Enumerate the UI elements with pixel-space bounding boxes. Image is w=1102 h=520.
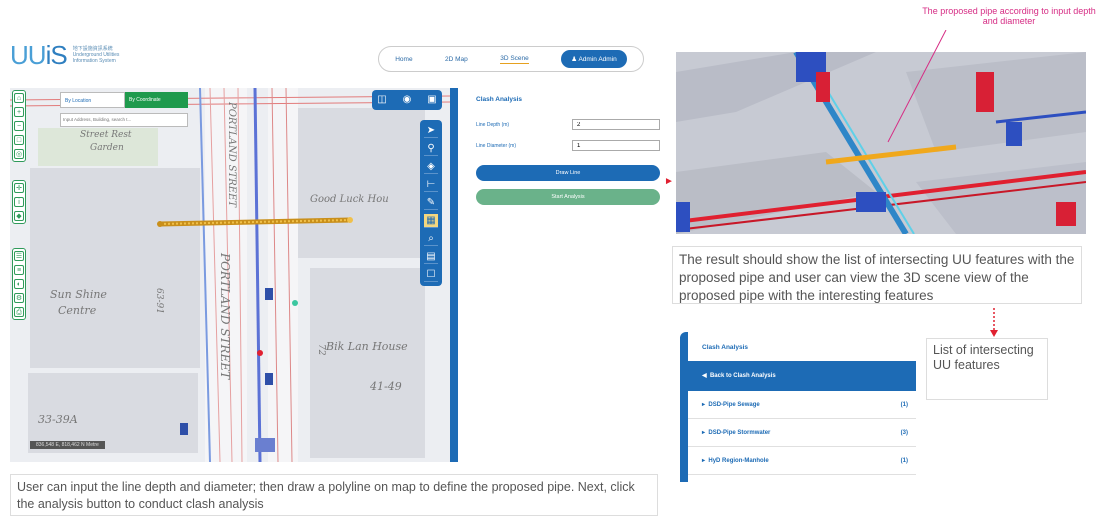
- split-view-icon[interactable]: ◫: [375, 93, 389, 107]
- report-icon[interactable]: ▤: [424, 250, 438, 264]
- label-sun-shine: Sun Shine: [50, 288, 107, 301]
- screenshot-icon[interactable]: ▣: [425, 93, 439, 107]
- admin-label: Admin Admin: [578, 56, 617, 63]
- tab-by-coordinate[interactable]: By Coordinate: [125, 92, 188, 108]
- layers-icon[interactable]: ☰: [14, 251, 24, 261]
- locate-icon[interactable]: ◎: [14, 149, 24, 159]
- fullscreen-icon[interactable]: □: [14, 135, 24, 145]
- label-72: 72: [316, 344, 326, 356]
- label-33-39a: 33-39A: [38, 413, 78, 426]
- view-toolbar: ◫ ◉ ▣: [372, 90, 442, 110]
- dashed-arrow: [990, 308, 998, 337]
- label-41-49: 41-49: [370, 380, 402, 393]
- result-item-name: ▸ DSD-Pipe Stormwater: [702, 430, 771, 436]
- home-icon[interactable]: ⌂: [14, 93, 24, 103]
- pan-icon[interactable]: ✛: [14, 183, 24, 193]
- result-item-count: (3): [900, 429, 908, 436]
- clash-analysis-panel: Clash Analysis Line Depth (m) Line Diame…: [466, 88, 662, 462]
- pipe-annotation: The proposed pipe according to input dep…: [922, 6, 1096, 26]
- arrow-right-icon: ►: [664, 176, 674, 187]
- result-item-name: ▸ HyD Region-Manhole: [702, 458, 769, 464]
- result-item[interactable]: ▸ DSD-Pipe Stormwater (3): [688, 419, 916, 447]
- app-logo: UUiS 地下設施資訊系統 Underground Utilities Info…: [10, 38, 160, 72]
- zoom-in-icon[interactable]: +: [14, 107, 24, 117]
- result-name: DSD-Pipe Stormwater: [708, 430, 771, 436]
- zoom-toolbar: ⌂ + − □ ◎: [12, 90, 26, 162]
- nav-2d-map[interactable]: 2D Map: [445, 56, 468, 63]
- depth-label: Line Depth (m): [476, 121, 510, 128]
- layer-toolbar: ☰ ≡ ◐ ⚙ ⎙: [12, 248, 26, 320]
- globe-icon[interactable]: ◐: [14, 279, 24, 289]
- label-garden: Garden: [90, 143, 124, 153]
- back-to-clash-analysis-button[interactable]: ◀ Back to Clash Analysis: [688, 361, 916, 391]
- print-icon[interactable]: ⎙: [14, 307, 24, 317]
- depth-row: Line Depth (m): [476, 119, 662, 130]
- diameter-input[interactable]: [572, 140, 660, 151]
- nav-toolbar: ✛ i ◆: [12, 180, 26, 224]
- clash-analysis-icon[interactable]: ▦: [424, 214, 438, 228]
- info-icon[interactable]: i: [14, 197, 24, 207]
- annotation-pointer: [887, 30, 947, 143]
- label-centre: Centre: [58, 304, 97, 317]
- logo-subtitle: 地下設施資訊系統 Underground Utilities Informati…: [72, 46, 120, 64]
- zoom-out-icon[interactable]: −: [14, 121, 24, 131]
- input-caption: User can input the line depth and diamet…: [10, 474, 658, 516]
- layers-stack-icon[interactable]: ◈: [424, 160, 438, 174]
- compass-icon[interactable]: ◆: [14, 211, 24, 221]
- label-good-luck: Good Luck Hou: [310, 194, 389, 205]
- logo-mark: UUiS: [10, 39, 68, 70]
- diameter-row: Line Diameter (m): [476, 140, 662, 151]
- label-63-91: 63-91: [154, 288, 164, 314]
- result-item-count: (1): [900, 457, 908, 464]
- nav-3d-scene[interactable]: 3D Scene: [500, 55, 529, 64]
- pointer-icon[interactable]: ➤: [424, 124, 438, 138]
- list-icon[interactable]: ≡: [14, 265, 24, 275]
- result-name: HyD Region-Manhole: [708, 458, 769, 464]
- result-item[interactable]: ▸ DSD-Pipe Sewage (1): [688, 391, 916, 419]
- camera-icon[interactable]: ◉: [400, 93, 414, 107]
- nav-home[interactable]: Home: [395, 56, 412, 63]
- street-label-portland-2: PORTLAND STREET: [218, 253, 232, 380]
- coordinate-readout: 836,548 E, 818,462 N Metre: [30, 441, 105, 449]
- clash-results-panel: Clash Analysis ◀ Back to Clash Analysis …: [680, 332, 916, 482]
- start-analysis-button[interactable]: Start Analysis: [476, 189, 660, 205]
- top-nav: Home 2D Map 3D Scene ♟ Admin Admin: [378, 46, 644, 72]
- search-icon[interactable]: ⚲: [424, 142, 438, 156]
- draw-icon[interactable]: ✎: [424, 196, 438, 210]
- admin-button[interactable]: ♟ Admin Admin: [561, 50, 627, 68]
- result-item-name: ▸ DSD-Pipe Sewage: [702, 402, 760, 408]
- tool-toolbar: ➤ ⚲ ◈ ⊢ ✎ ▦ ⌕ ▤ ☐: [420, 120, 442, 286]
- bookmark-icon[interactable]: ☐: [424, 268, 438, 282]
- results-title: Clash Analysis: [702, 344, 749, 351]
- diameter-label: Line Diameter (m): [476, 142, 517, 149]
- search-input[interactable]: [60, 112, 188, 127]
- street-label-portland-1: PORTLAND STREET: [226, 102, 237, 208]
- list-caption: List of intersecting UU features: [926, 338, 1048, 400]
- draw-line-button[interactable]: Draw Line: [476, 165, 660, 181]
- back-label: Back to Clash Analysis: [709, 373, 776, 379]
- zoom-search-icon[interactable]: ⌕: [424, 232, 438, 246]
- search-box: By Location By Coordinate: [60, 92, 188, 128]
- tab-by-location[interactable]: By Location: [60, 92, 125, 108]
- map-view[interactable]: PORTLAND STREET PORTLAND STREET Street R…: [10, 88, 458, 462]
- settings-icon[interactable]: ⚙: [14, 293, 24, 303]
- label-bik-lan: Bik Lan House: [326, 340, 408, 353]
- result-caption: The result should show the list of inter…: [672, 246, 1082, 304]
- label-street-rest: Street Rest: [80, 130, 132, 140]
- measure-icon[interactable]: ⊢: [424, 178, 438, 192]
- result-name: DSD-Pipe Sewage: [708, 402, 760, 408]
- result-item[interactable]: ▸ HyD Region-Manhole (1): [688, 447, 916, 475]
- depth-input[interactable]: [572, 119, 660, 130]
- result-item-count: (1): [900, 401, 908, 408]
- panel-title: Clash Analysis: [476, 96, 523, 103]
